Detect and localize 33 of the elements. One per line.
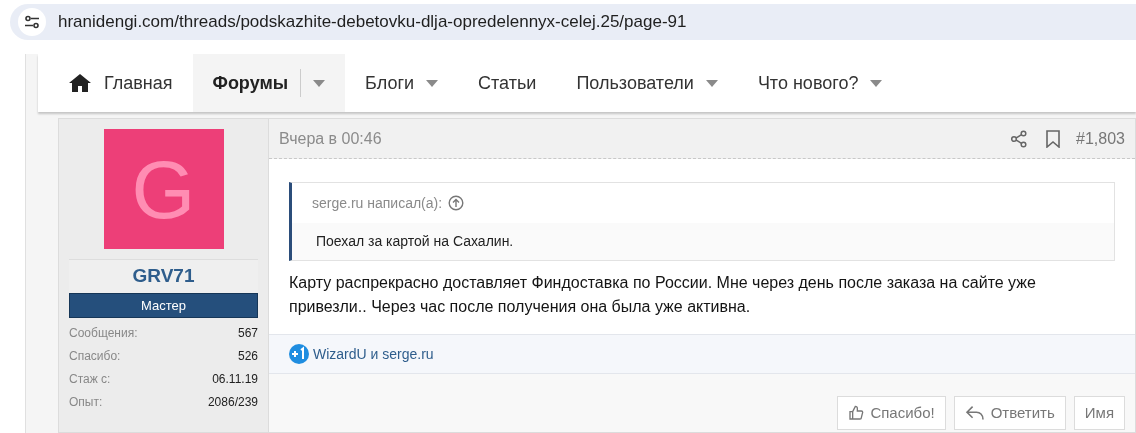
- nav-tab[interactable]: Статьи: [458, 54, 557, 112]
- stat-label: Сообщения:: [69, 324, 138, 342]
- post-action-button[interactable]: Спасибо!: [837, 396, 946, 430]
- stat-value: 2086/239: [207, 393, 258, 411]
- bookmark-icon[interactable]: [1046, 129, 1061, 148]
- nav-tab[interactable]: Главная: [48, 54, 193, 112]
- stat-label: Спасибо:: [69, 347, 121, 365]
- site-settings-icon[interactable]: [24, 15, 40, 29]
- nav-tab[interactable]: Пользователи: [556, 54, 738, 112]
- plus-one-icon: [289, 344, 309, 364]
- stat-value: 567: [237, 324, 258, 342]
- url-text: hranidengi.com/threads/podskazhite-debetovku-dlja-opredelennyx-celej.25/page-91: [58, 11, 687, 34]
- nav-tab[interactable]: Что нового?: [737, 54, 903, 112]
- home-icon: [68, 73, 92, 93]
- post-action-button[interactable]: Имя: [1073, 396, 1125, 430]
- reactions-text[interactable]: WizardU и serge.ru: [313, 343, 434, 365]
- stat-value: 526: [237, 347, 258, 365]
- arrow-up-circle-icon[interactable]: [448, 195, 465, 211]
- post-body: Карту распрекрасно доставляет Финдоставка по России. Мне через день после заказа на сайте уже привезли.. Через час после получения она была уже активна.: [288, 273, 1037, 317]
- stat-label: Опыт:: [69, 393, 103, 411]
- quote-text: Поехал за картой на Сахалин.: [315, 232, 515, 251]
- share-icon[interactable]: [1010, 129, 1029, 148]
- nav-tab[interactable]: Блоги: [345, 54, 459, 112]
- reply-icon: [964, 405, 985, 421]
- post-action-button[interactable]: Ответить: [953, 396, 1066, 430]
- thumbs-up-icon: [848, 405, 865, 421]
- post-number[interactable]: #1,803: [1076, 126, 1125, 151]
- address-bar[interactable]: hranidengi.com/threads/podskazhite-debetovku-dlja-opredelennyx-celej.25/page-91: [10, 4, 1136, 40]
- stat-value: 06.11.19: [212, 370, 258, 388]
- rank-banner: Мастер: [69, 292, 258, 318]
- stat-label: Стаж с:: [69, 370, 111, 388]
- quote-author[interactable]: serge.ru написал(а):: [312, 192, 443, 214]
- nav-tab[interactable]: Форумы: [192, 54, 346, 112]
